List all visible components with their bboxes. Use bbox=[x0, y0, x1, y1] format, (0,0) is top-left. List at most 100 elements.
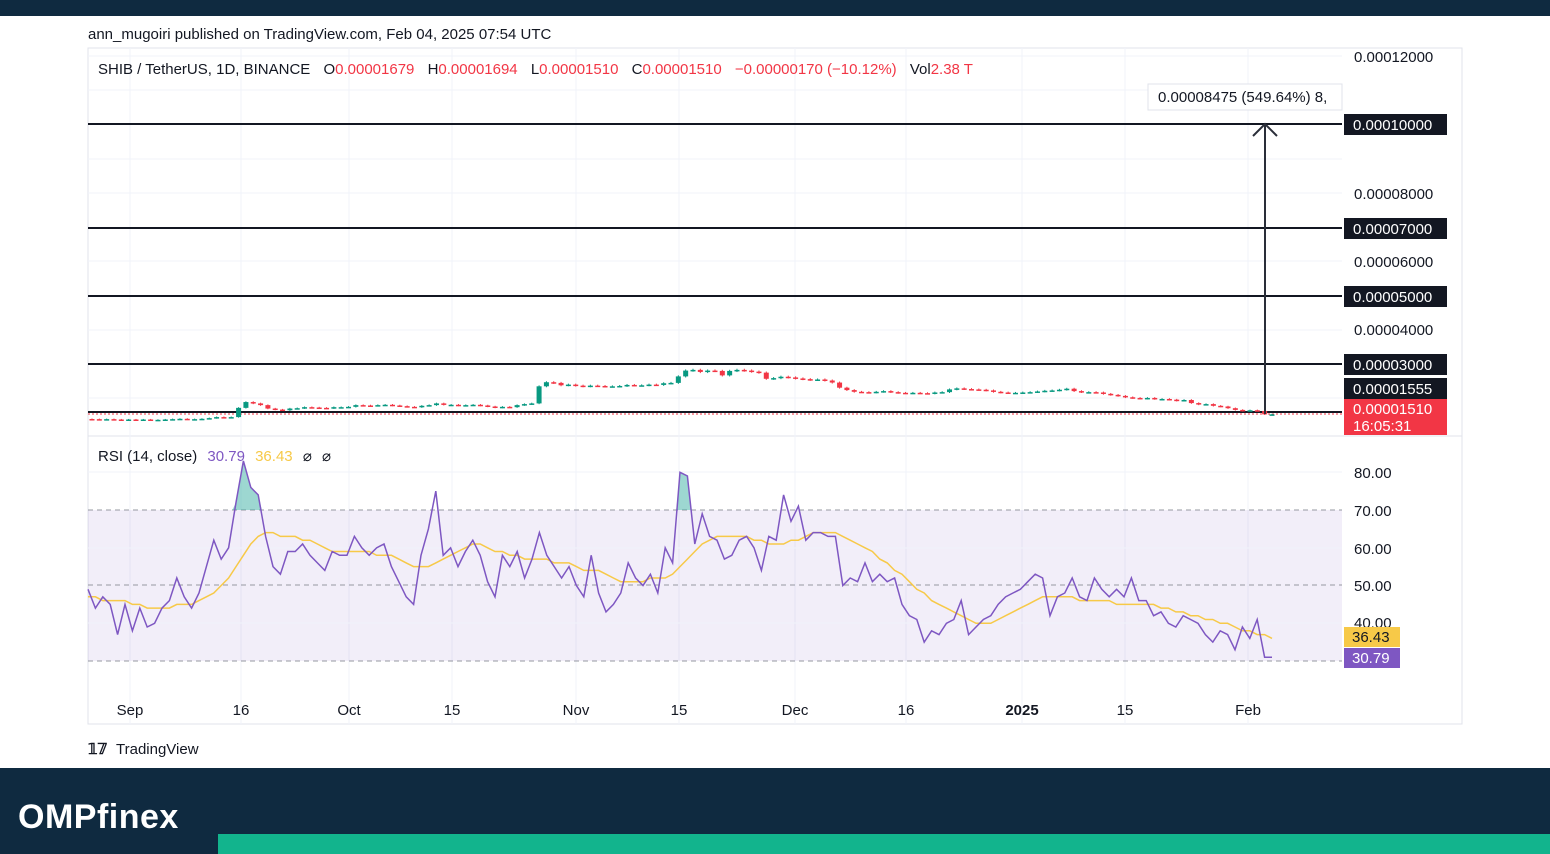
candle-body bbox=[426, 405, 432, 407]
candle-body bbox=[1086, 392, 1092, 394]
time-tick: 15 bbox=[1117, 702, 1134, 719]
candle-body bbox=[881, 391, 887, 393]
candle-body bbox=[1115, 394, 1121, 397]
rsi-tick: 80.00 bbox=[1354, 465, 1392, 482]
candle-body bbox=[485, 405, 491, 407]
candle-body bbox=[192, 419, 198, 421]
rsi-overbought-fill bbox=[232, 460, 262, 510]
rsi-tick: 60.00 bbox=[1354, 541, 1392, 558]
candle-body bbox=[170, 419, 176, 421]
current-price-badge: 0.00001510 bbox=[1353, 401, 1432, 418]
candle-body bbox=[932, 392, 938, 394]
top-bar bbox=[0, 0, 1550, 16]
candle-body bbox=[1027, 392, 1033, 394]
candle-body bbox=[697, 369, 703, 372]
time-tick: Sep bbox=[117, 702, 144, 719]
candle-body bbox=[294, 408, 300, 410]
candle-body bbox=[389, 404, 395, 407]
candle-body bbox=[675, 376, 681, 383]
candle-body bbox=[499, 406, 505, 409]
candle-body bbox=[646, 384, 652, 387]
candle-body bbox=[162, 419, 168, 421]
candle-body bbox=[1042, 390, 1048, 393]
candle-body bbox=[888, 391, 894, 393]
candle-body bbox=[1159, 398, 1165, 401]
candle-body bbox=[756, 371, 762, 374]
candle-body bbox=[661, 383, 667, 385]
time-tick: Dec bbox=[782, 702, 809, 719]
candle-body bbox=[793, 377, 799, 379]
candle-body bbox=[419, 405, 425, 408]
tradingview-chart[interactable]: 0.00008475 (549.64%) 8, SHIB / TetherUS,… bbox=[0, 16, 1550, 768]
hidden-value-icon: ⌀ bbox=[322, 448, 331, 465]
candle-body bbox=[990, 390, 996, 392]
time-tick: 2025 bbox=[1005, 702, 1038, 719]
candle-body bbox=[206, 418, 212, 420]
candle-body bbox=[118, 419, 124, 421]
candle-body bbox=[807, 379, 813, 381]
candle-body bbox=[214, 417, 220, 419]
candle-body bbox=[1247, 410, 1253, 412]
candle-body bbox=[653, 384, 659, 387]
candle-body bbox=[221, 417, 227, 419]
candle-body bbox=[353, 405, 359, 407]
candle-body bbox=[89, 419, 95, 421]
candle-body bbox=[617, 385, 623, 388]
time-tick: 15 bbox=[671, 702, 688, 719]
candle-body bbox=[565, 384, 571, 387]
candle-body bbox=[529, 403, 535, 405]
candle-body bbox=[851, 390, 857, 392]
candle-body bbox=[741, 369, 747, 372]
candle-body bbox=[1174, 399, 1180, 402]
candle-body bbox=[631, 384, 637, 387]
candle-body bbox=[250, 402, 256, 404]
candle-body bbox=[1240, 409, 1246, 412]
candle-body bbox=[133, 419, 139, 421]
candle-body bbox=[1254, 410, 1260, 412]
candle-body bbox=[324, 407, 330, 410]
candle-body bbox=[734, 369, 740, 372]
candle-body bbox=[763, 372, 769, 379]
time-tick: Nov bbox=[563, 702, 590, 719]
candle-body bbox=[558, 382, 564, 386]
hidden-value-icon: ⌀ bbox=[303, 448, 312, 465]
candle-body bbox=[1020, 392, 1026, 394]
candle-body bbox=[309, 407, 315, 409]
ohlc-legend: SHIB / TetherUS, 1D, BINANCE O0.00001679… bbox=[98, 61, 973, 78]
candle-body bbox=[976, 389, 982, 391]
candle-body bbox=[375, 405, 381, 407]
level-badges: 0.00010000 0.00007000 0.00005000 0.00003… bbox=[1344, 114, 1447, 435]
rsi-axis[interactable]: 80.00 70.00 60.00 50.00 40.00 bbox=[1354, 465, 1392, 632]
candle-body bbox=[1049, 390, 1055, 392]
candle-body bbox=[939, 392, 945, 394]
candle-body bbox=[1108, 393, 1114, 396]
candle-body bbox=[228, 417, 234, 419]
candle-body bbox=[771, 378, 777, 380]
candle-body bbox=[668, 382, 674, 385]
level-badge: 0.00007000 bbox=[1353, 221, 1432, 238]
tradingview-logo: 𝟙𝟟 TradingView bbox=[88, 741, 199, 758]
candle-body bbox=[514, 405, 520, 408]
candle-body bbox=[411, 406, 417, 409]
candle-body bbox=[1034, 391, 1040, 393]
price-tick: 0.00008000 bbox=[1354, 186, 1433, 203]
candle-body bbox=[749, 370, 755, 373]
price-tick: 0.00004000 bbox=[1354, 322, 1433, 339]
candle-body bbox=[624, 384, 630, 387]
candle-body bbox=[265, 405, 271, 409]
candle-body bbox=[536, 386, 542, 404]
candle-body bbox=[492, 406, 498, 408]
candle-body bbox=[1100, 392, 1106, 394]
candle-body bbox=[903, 392, 909, 395]
time-axis[interactable]: Sep 16 Oct 15 Nov 15 Dec 16 2025 15 Feb bbox=[117, 702, 1261, 719]
rsi-tick: 70.00 bbox=[1354, 503, 1392, 520]
candle-body bbox=[910, 392, 916, 395]
candle-body bbox=[895, 392, 901, 394]
level-badge: 0.00005000 bbox=[1353, 289, 1432, 306]
svg-text:TradingView: TradingView bbox=[116, 741, 199, 758]
candle-body bbox=[587, 385, 593, 388]
candle-body bbox=[573, 384, 579, 387]
candle-body bbox=[683, 370, 689, 377]
candle-body bbox=[580, 385, 586, 388]
level-badge: 0.00010000 bbox=[1353, 117, 1432, 134]
